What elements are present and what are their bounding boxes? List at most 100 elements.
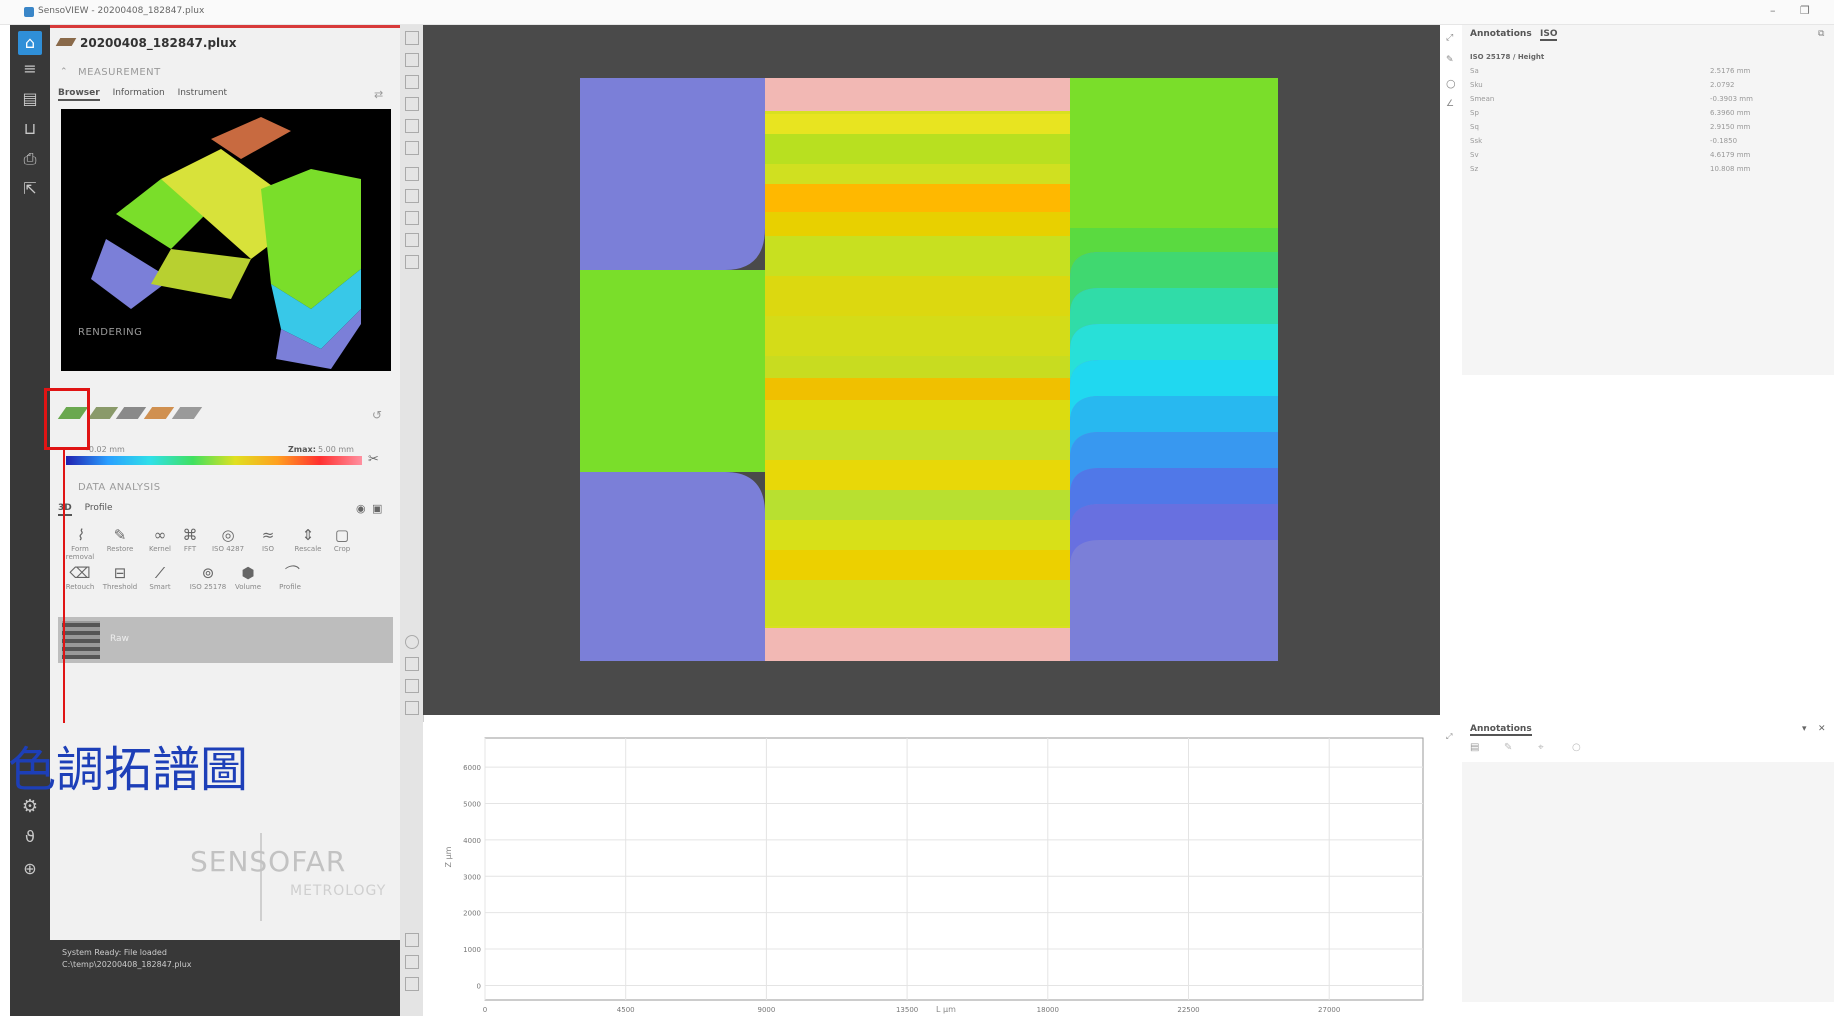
- measure-icon[interactable]: ⌖: [1538, 742, 1544, 753]
- view-tool-icon[interactable]: [405, 255, 419, 269]
- iso-tool[interactable]: ≈ ISO: [248, 525, 288, 553]
- home-icon[interactable]: ⌂: [18, 31, 42, 55]
- tab-annotations[interactable]: Annotations: [1470, 29, 1532, 39]
- fit-icon[interactable]: [405, 977, 419, 991]
- iso4287-tool[interactable]: ◎ ISO 4287: [208, 525, 248, 553]
- x-tick-label: 13500: [896, 1006, 918, 1014]
- tab-instrument[interactable]: Instrument: [178, 88, 228, 98]
- iso25178-tool[interactable]: ⊚ ISO 25178: [188, 563, 228, 591]
- view-tool-icon[interactable]: [405, 75, 419, 89]
- pen-icon[interactable]: ✎: [1446, 55, 1454, 65]
- zoom-icon[interactable]: [405, 955, 419, 969]
- restore-tool[interactable]: ✎ Restore: [100, 525, 140, 553]
- menu-icon[interactable]: ≡: [18, 57, 42, 81]
- zmin-value: -0.02 mm: [86, 445, 125, 454]
- layer-item[interactable]: Raw: [58, 617, 393, 663]
- render-gray-icon[interactable]: [171, 407, 203, 419]
- x-tick-label: 27000: [1318, 1006, 1340, 1014]
- pointer-icon[interactable]: [405, 635, 419, 649]
- view-tool-icon[interactable]: [405, 167, 419, 181]
- view-tool-icon[interactable]: [405, 211, 419, 225]
- topo-pad-green-left: [580, 270, 765, 472]
- x-tick-label: 9000: [757, 1006, 775, 1014]
- view-tool-icon[interactable]: [405, 31, 419, 45]
- topo-top-pink: [765, 78, 1070, 111]
- y-axis-label: Z µm: [444, 846, 453, 867]
- close-icon[interactable]: ✕: [1818, 724, 1826, 734]
- tab-iso[interactable]: ISO: [1540, 29, 1558, 41]
- pointer-icon[interactable]: [405, 933, 419, 947]
- color-scale-bar[interactable]: [66, 456, 362, 465]
- tool-label: Rescale: [294, 545, 322, 553]
- color-topography-map[interactable]: [580, 78, 1278, 661]
- print-icon[interactable]: ⎙: [18, 147, 42, 171]
- scissors-icon[interactable]: ✂: [368, 452, 379, 467]
- sensofar-logo: SENSOFAR METROLOGY: [140, 825, 385, 925]
- render-shaded-icon[interactable]: [87, 407, 119, 419]
- threshold-tool[interactable]: ⊟ Threshold: [100, 563, 140, 591]
- wand-icon: ⁄: [158, 564, 162, 582]
- param-name: Smean: [1470, 95, 1495, 103]
- pin-icon[interactable]: ▾: [1802, 724, 1807, 734]
- render-wire-icon[interactable]: [115, 407, 147, 419]
- crop-tool[interactable]: ▢ Crop: [322, 525, 362, 553]
- stethoscope-icon[interactable]: ϑ: [18, 825, 42, 849]
- minimize-button[interactable]: –: [1770, 4, 1776, 17]
- iso-header: ISO 25178 / Height: [1470, 53, 1545, 61]
- volume-tool[interactable]: ⬢ Volume: [228, 563, 268, 591]
- tab-browser[interactable]: Browser: [58, 88, 100, 101]
- retouch-tool[interactable]: ⌫ Retouch: [60, 563, 100, 591]
- view-tool-icon[interactable]: [405, 233, 419, 247]
- sync-icon[interactable]: ⇄: [374, 88, 383, 101]
- view-tool-icon[interactable]: [405, 119, 419, 133]
- param-value: 6.3960 mm: [1710, 109, 1751, 117]
- fit-icon[interactable]: [405, 701, 419, 715]
- folder-icon[interactable]: ▤: [18, 87, 42, 111]
- circle-icon[interactable]: ○: [1572, 742, 1581, 753]
- export-icon[interactable]: ⇱: [18, 177, 42, 201]
- measure-icon[interactable]: [405, 679, 419, 693]
- view-tool-icon[interactable]: [405, 189, 419, 203]
- topo-pad-purple-top: [580, 78, 765, 270]
- eraser-icon: ⌫: [69, 564, 91, 582]
- circle-icon[interactable]: ○: [1446, 77, 1456, 90]
- edit-icon[interactable]: ✎: [1504, 742, 1512, 753]
- profile-chart-panel: 0 4500 9000 13500 18000 22500 27000 0 1000 2000 30…: [423, 722, 1440, 1016]
- smart-tool[interactable]: ⁄ Smart: [140, 563, 180, 591]
- eye-icon[interactable]: ◉: [356, 502, 366, 515]
- angle-icon[interactable]: ∠: [1446, 99, 1454, 109]
- fft-tool[interactable]: ⌘ FFT: [170, 525, 210, 553]
- tool-label: Retouch: [65, 583, 95, 591]
- reset-view-icon[interactable]: ↺: [372, 408, 382, 422]
- iso-param-row: Sku 2.0792: [1470, 81, 1800, 89]
- profile-tool[interactable]: ⌒ Profile: [270, 563, 310, 591]
- view-tool-icon[interactable]: [405, 97, 419, 111]
- tab-profile[interactable]: Profile: [85, 503, 113, 513]
- save-icon[interactable]: ⊔: [18, 117, 42, 141]
- y-tick-label: 5000: [463, 801, 481, 809]
- popout-icon[interactable]: ⧉: [1818, 29, 1824, 39]
- expand-icon[interactable]: ⤢: [1446, 33, 1453, 43]
- file-name: 20200408_182847.plux: [80, 36, 237, 50]
- profile-chart[interactable]: 0 4500 9000 13500 18000 22500 27000 0 1000 2000 30…: [423, 722, 1440, 1016]
- chevron-icon[interactable]: ⌃: [60, 67, 68, 77]
- form-removal-tool[interactable]: ⌇ Form removal: [60, 525, 100, 561]
- view-tool-icon[interactable]: [405, 53, 419, 67]
- window-title: SensoVIEW - 20200408_182847.plux: [38, 6, 205, 16]
- globe-icon[interactable]: ⊕: [18, 857, 42, 881]
- panel-expand-icon[interactable]: ⤢: [1446, 732, 1452, 742]
- title-bar: SensoVIEW - 20200408_182847.plux – ❐: [0, 0, 1834, 25]
- tab-information[interactable]: Information: [113, 88, 165, 98]
- param-name: Ssk: [1470, 137, 1483, 145]
- camera-icon[interactable]: ▣: [372, 502, 382, 515]
- iso-param-row: Sv 4.6179 mm: [1470, 151, 1800, 159]
- tool-label: ISO 4287: [211, 545, 245, 553]
- profile-icon: ⌒: [282, 564, 298, 582]
- param-value: 2.5176 mm: [1710, 67, 1751, 75]
- rotate-icon[interactable]: [405, 657, 419, 671]
- rendering-section-title: RENDERING: [78, 327, 143, 338]
- delete-icon[interactable]: ▤: [1470, 742, 1479, 753]
- render-texture-icon[interactable]: [143, 407, 175, 419]
- maximize-button[interactable]: ❐: [1800, 4, 1810, 17]
- view-tool-icon[interactable]: [405, 141, 419, 155]
